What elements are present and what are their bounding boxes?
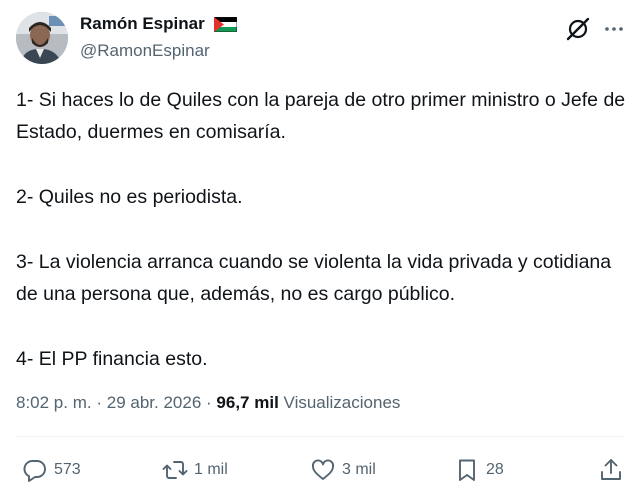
like-button[interactable]: 3 mil <box>310 452 376 488</box>
repost-button[interactable]: 1 mil <box>162 452 228 488</box>
tweet-date[interactable]: 29 abr. 2026 <box>107 393 202 412</box>
action-bar: 573 1 mil 3 mil 28 <box>0 452 641 488</box>
tweet-paragraph-4: 4- El PP financia esto. <box>16 348 208 370</box>
like-icon <box>312 459 334 480</box>
repost-icon <box>162 461 188 479</box>
author-handle[interactable]: @RamonEspinar <box>80 40 237 62</box>
meta-separator: · <box>96 393 103 412</box>
meta-separator: · <box>206 393 212 412</box>
share-icon <box>601 459 621 480</box>
tweet-paragraph-3: 3- La violencia arranca cuando se violen… <box>16 251 612 305</box>
like-count: 3 mil <box>342 461 376 478</box>
reply-count: 573 <box>54 461 81 478</box>
repost-count: 1 mil <box>194 461 228 478</box>
tweet-metadata: 8:02 p. m. · 29 abr. 2026 · 96,7 mil Vis… <box>16 390 400 416</box>
tweet-paragraph-1: 1- Si haces lo de Quiles con la pareja d… <box>16 89 626 143</box>
divider <box>16 436 625 437</box>
bookmark-count: 28 <box>486 461 504 478</box>
views-count[interactable]: 96,7 mil <box>216 393 278 412</box>
tweet-time[interactable]: 8:02 p. m. <box>16 393 92 412</box>
palestine-flag-icon <box>214 16 238 32</box>
share-button[interactable] <box>598 452 630 488</box>
views-label: Visualizaciones <box>283 393 401 412</box>
reply-icon <box>23 460 46 482</box>
bookmark-icon <box>459 459 475 481</box>
author-display-name[interactable]: Ramón Espinar <box>80 14 205 34</box>
tweet-header: Ramón Espinar @RamonEspinar <box>16 12 625 68</box>
avatar-image <box>16 12 68 64</box>
tweet-paragraph-2: 2- Quiles no es periodista. <box>16 186 243 208</box>
reply-button[interactable]: 573 <box>22 452 81 488</box>
bookmark-button[interactable]: 28 <box>454 452 504 488</box>
grok-icon[interactable] <box>565 16 591 42</box>
tweet-text: 1- Si haces lo de Quiles con la pareja d… <box>16 84 631 375</box>
avatar[interactable] <box>16 12 68 64</box>
more-icon[interactable] <box>603 18 625 40</box>
author-names: Ramón Espinar @RamonEspinar <box>80 14 238 62</box>
